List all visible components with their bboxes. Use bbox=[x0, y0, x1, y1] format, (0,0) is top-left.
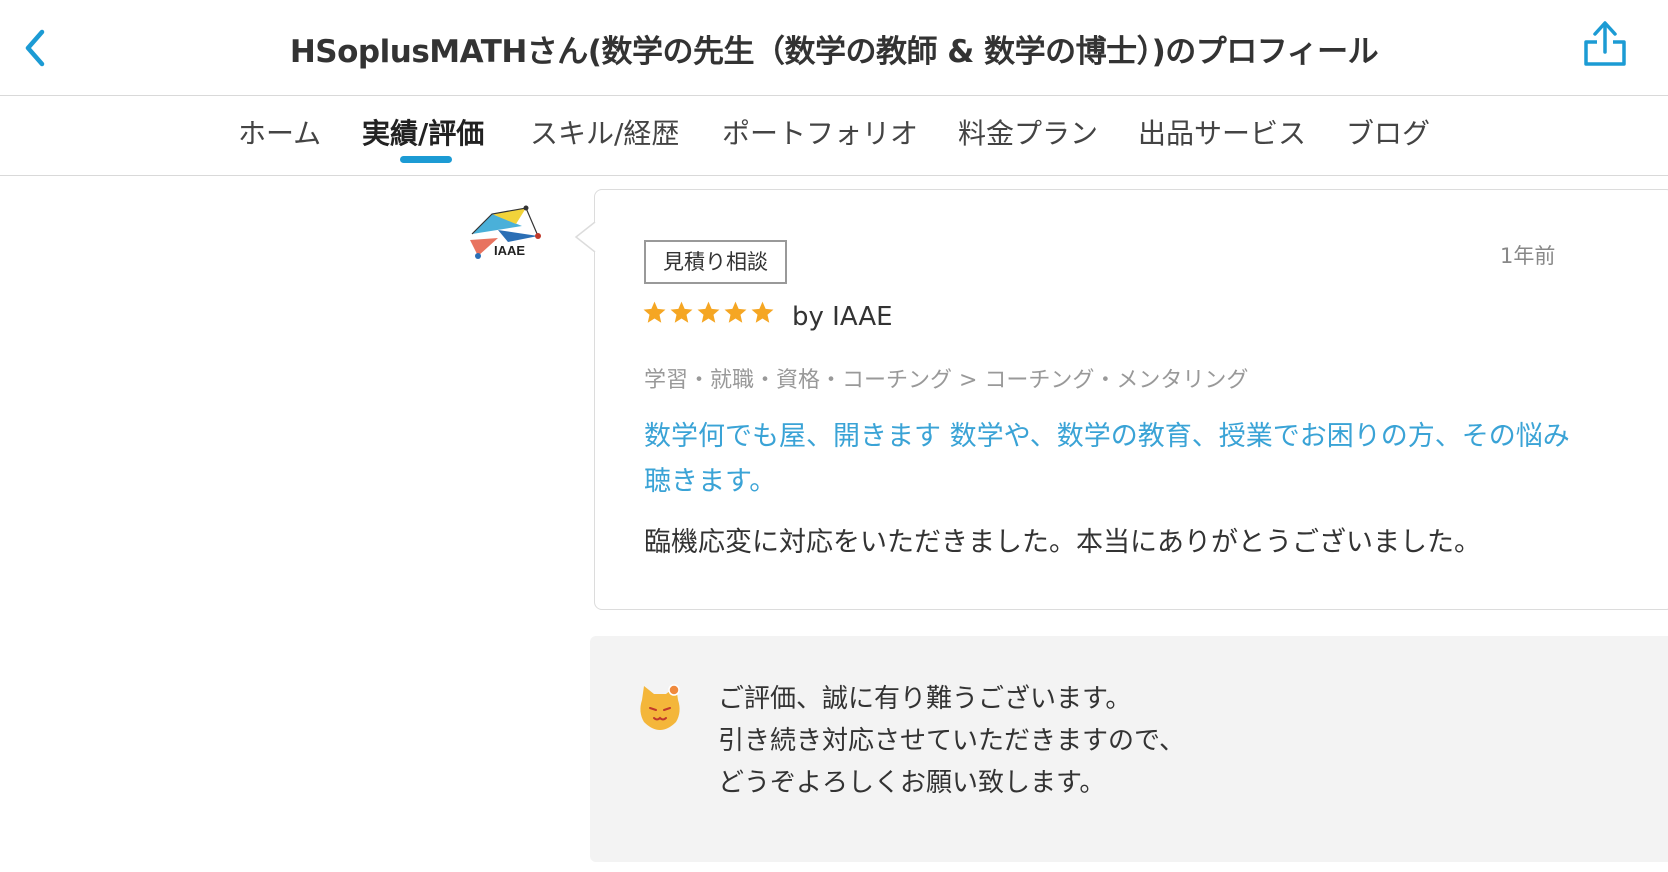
tab-skills[interactable]: スキル/経歴 bbox=[530, 112, 679, 152]
tab-reviews[interactable]: 実績/評価 bbox=[362, 112, 484, 152]
reviewer-name: by IAAE bbox=[792, 302, 893, 332]
tab-services[interactable]: 出品サービス bbox=[1138, 112, 1306, 152]
request-type-badge: 見積り相談 bbox=[644, 240, 787, 284]
star-icon bbox=[697, 301, 720, 323]
chevron-left-icon bbox=[25, 29, 45, 67]
service-category: 学習・就職・資格・コーチング > コーチング・メンタリング bbox=[644, 368, 1249, 393]
reviewer-avatar[interactable]: IAAE bbox=[464, 204, 550, 264]
service-title-line-1: 数学何でも屋、開きます 数学や、数学の教育、授業でお困りの方、その悩み bbox=[644, 421, 1570, 452]
seller-avatar-icon[interactable] bbox=[636, 682, 684, 732]
app-header: HSoplusMATHさん(数学の先生（数学の教師 & 数学の博士）)のプロフィ… bbox=[0, 0, 1668, 96]
reply-line-3: どうぞよろしくお願い致します。 bbox=[718, 768, 1106, 798]
reply-line-2: 引き続き対応させていただきますので、 bbox=[718, 726, 1185, 756]
review-comment: 臨機応変に対応をいただきました。本当にありがとうございました。 bbox=[644, 527, 1481, 558]
tab-home[interactable]: ホーム bbox=[238, 112, 321, 152]
rating-stars bbox=[642, 300, 775, 336]
back-button[interactable] bbox=[18, 22, 58, 70]
star-icon bbox=[643, 301, 666, 323]
service-title-link[interactable]: 数学何でも屋、開きます 数学や、数学の教育、授業でお困りの方、その悩み 聴きます… bbox=[644, 414, 1624, 504]
page-title: HSoplusMATHさん(数学の先生（数学の教師 & 数学の博士）)のプロフィ… bbox=[289, 34, 1379, 70]
tab-portfolio[interactable]: ポートフォリオ bbox=[722, 112, 918, 152]
profile-tabs: ホーム 実績/評価 スキル/経歴 ポートフォリオ 料金プラン 出品サービス ブロ… bbox=[0, 96, 1668, 176]
share-icon bbox=[1584, 21, 1626, 66]
reply-line-1: ご評価、誠に有り難うございます。 bbox=[718, 684, 1132, 714]
service-title-line-2: 聴きます。 bbox=[644, 466, 777, 497]
share-button[interactable] bbox=[1580, 18, 1630, 72]
tab-pricing[interactable]: 料金プラン bbox=[958, 112, 1098, 152]
card-pointer bbox=[574, 222, 596, 252]
review-time: 1年前 bbox=[1500, 244, 1556, 268]
star-icon bbox=[751, 301, 774, 323]
svg-text:IAAE: IAAE bbox=[494, 243, 525, 258]
star-icon bbox=[724, 301, 747, 323]
tab-blog[interactable]: ブログ bbox=[1346, 112, 1430, 152]
active-tab-indicator bbox=[400, 156, 452, 163]
star-icon bbox=[670, 301, 693, 323]
